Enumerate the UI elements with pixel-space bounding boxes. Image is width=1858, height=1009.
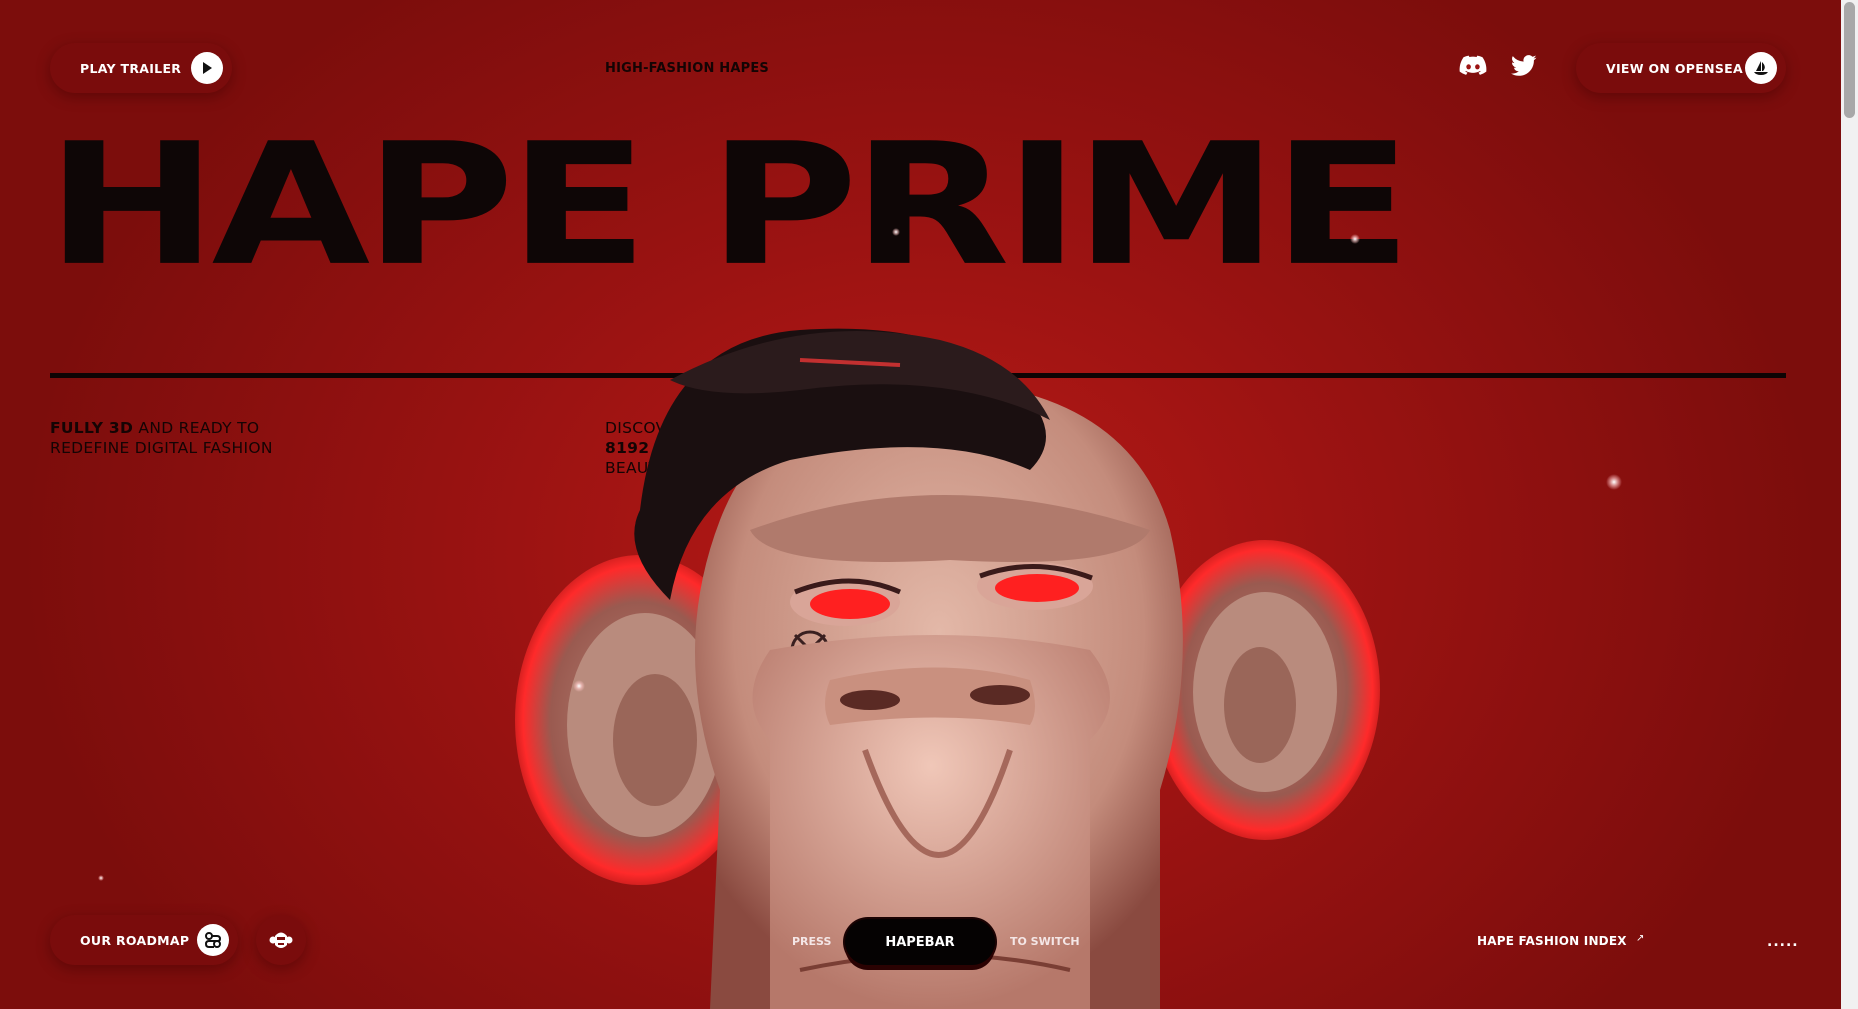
our-roadmap-button[interactable]: OUR ROADMAP: [50, 915, 238, 965]
sparkle: [892, 228, 900, 236]
external-link-arrow-icon: ↗: [1636, 933, 1645, 944]
play-trailer-button[interactable]: PLAY TRAILER: [50, 43, 232, 93]
tagline: HIGH-FASHION HAPES: [605, 61, 769, 76]
sparkle: [98, 875, 104, 881]
scrollbar-track[interactable]: [1841, 0, 1858, 1009]
press-label: PRESS: [792, 935, 832, 948]
blurb-left-bold: FULLY 3D: [50, 419, 134, 437]
hero-title: HAPE PRIME: [46, 107, 1412, 304]
to-switch-label: TO SWITCH: [1010, 935, 1080, 948]
roadmap-icon: [197, 924, 229, 956]
blurb-left: FULLY 3D AND READY TO REDEFINE DIGITAL F…: [50, 418, 310, 458]
play-trailer-label: PLAY TRAILER: [80, 60, 182, 76]
hape-head-button[interactable]: [256, 915, 306, 965]
menu-dots-icon[interactable]: .....: [1767, 934, 1799, 950]
twitter-icon[interactable]: [1511, 55, 1537, 77]
opensea-label: VIEW ON OPENSEA: [1606, 60, 1743, 76]
sparkle: [1350, 234, 1360, 244]
play-icon: [191, 52, 223, 84]
sparkle: [573, 680, 585, 692]
roadmap-label: OUR ROADMAP: [80, 932, 190, 948]
hapebar-key-button[interactable]: HAPEBAR: [845, 919, 995, 965]
hape-head-icon: [269, 932, 293, 948]
sparkle: [1606, 474, 1622, 490]
hape-character-image: [515, 328, 1380, 1009]
hero-background: PLAY TRAILER HIGH-FASHION HAPES VIEW ON …: [0, 0, 1841, 1009]
opensea-icon: [1745, 52, 1777, 84]
view-on-opensea-button[interactable]: VIEW ON OPENSEA: [1576, 43, 1786, 93]
hape-fashion-index-link[interactable]: HAPE FASHION INDEX: [1477, 934, 1627, 948]
scrollbar-thumb[interactable]: [1844, 2, 1855, 118]
discord-icon[interactable]: [1459, 55, 1487, 77]
